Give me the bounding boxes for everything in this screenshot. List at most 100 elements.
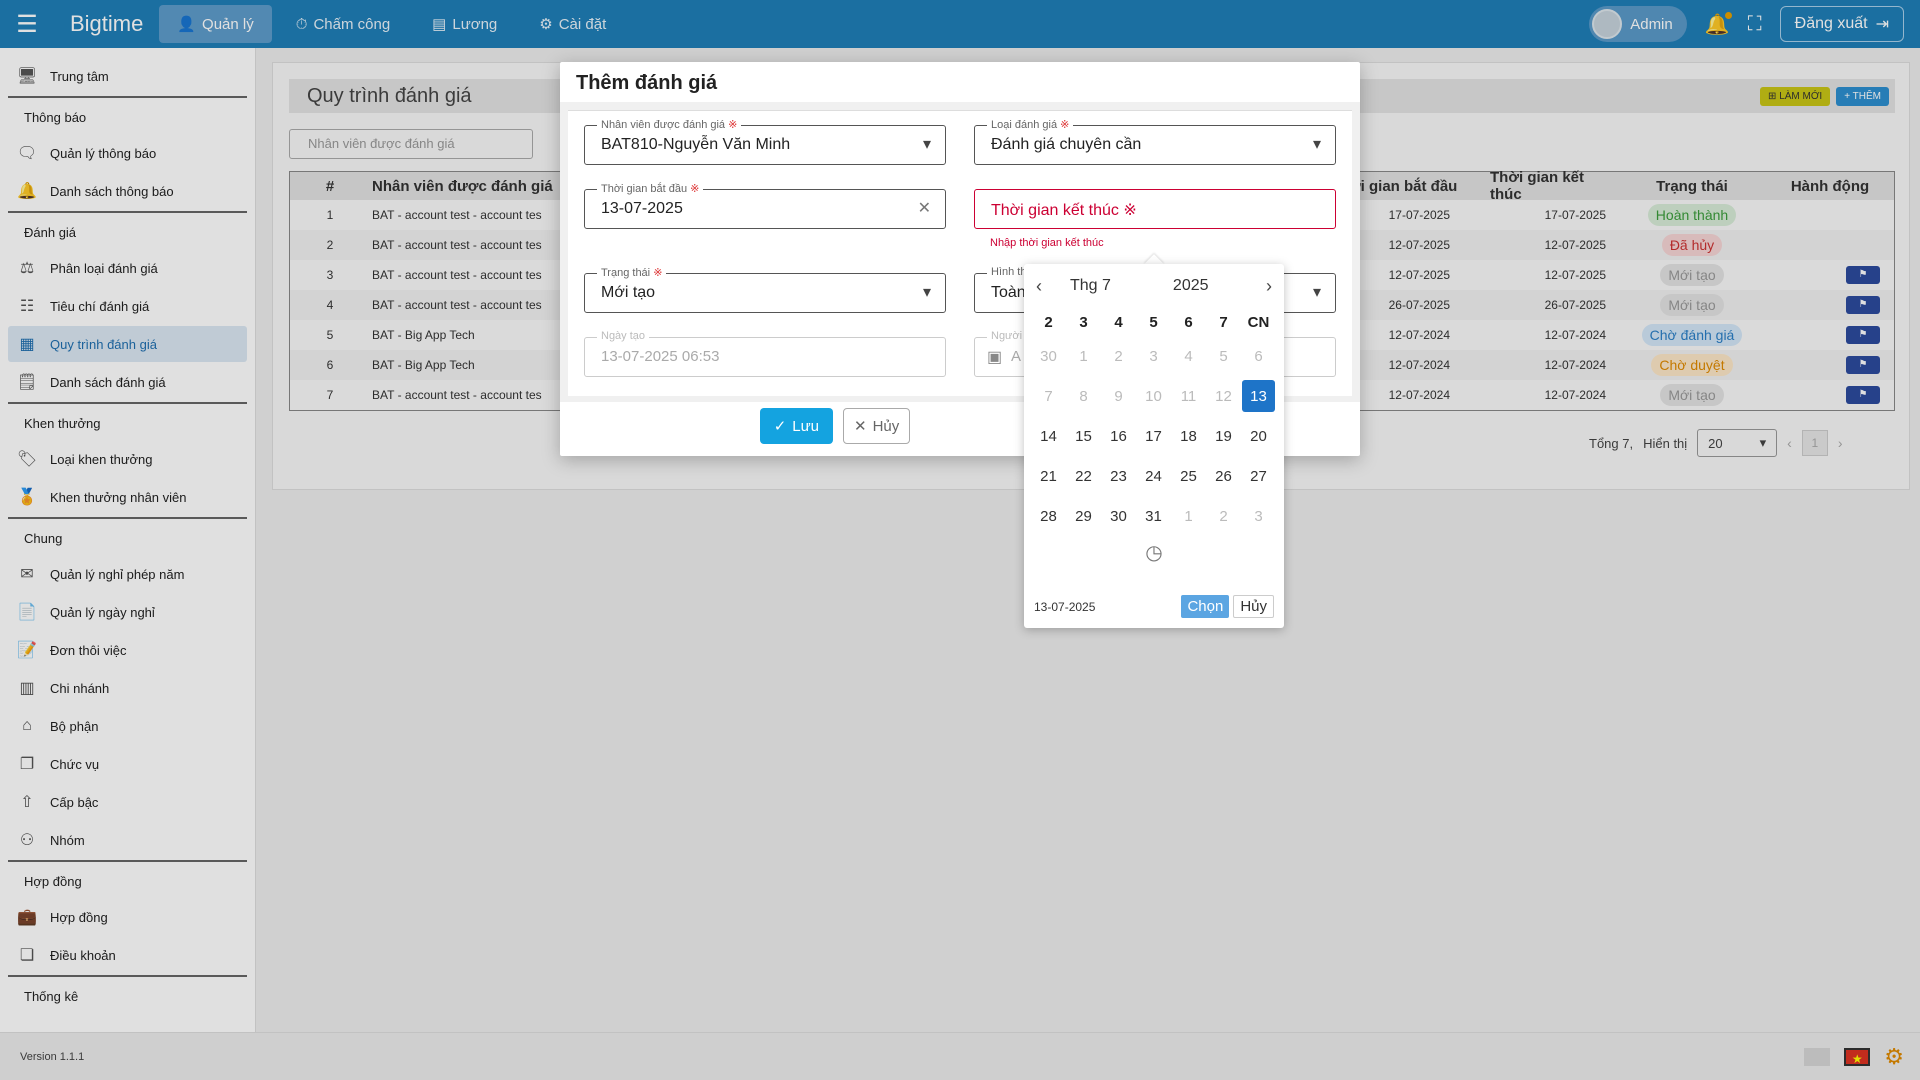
- calendar-day[interactable]: 3: [1241, 496, 1276, 536]
- created-date-field: Ngày tạo 13-07-2025 06:53: [584, 330, 946, 377]
- calendar-day[interactable]: 5: [1206, 336, 1241, 376]
- calendar-day[interactable]: 14: [1031, 416, 1066, 456]
- field-value: A: [1011, 348, 1022, 365]
- save-label: Lưu: [792, 417, 820, 435]
- picker-year[interactable]: 2025: [1173, 277, 1209, 295]
- calendar-day[interactable]: 9: [1101, 376, 1136, 416]
- save-button[interactable]: ✓ Lưu: [759, 408, 834, 444]
- weekday-label: 2: [1044, 313, 1053, 331]
- picker-month[interactable]: Thg 7: [1070, 277, 1111, 295]
- calendar-day[interactable]: 24: [1136, 456, 1171, 496]
- calendar-day[interactable]: 16: [1101, 416, 1136, 456]
- caret-down-icon: ▾: [922, 136, 931, 153]
- field-value: Mới tạo: [601, 284, 656, 301]
- dialog-title: Thêm đánh giá: [576, 72, 718, 94]
- picker-ok-button[interactable]: Chọn: [1181, 595, 1230, 618]
- calendar-day[interactable]: 7: [1031, 376, 1066, 416]
- calendar-day[interactable]: 11: [1171, 376, 1206, 416]
- picker-cancel-button[interactable]: Hủy: [1233, 595, 1274, 618]
- calendar-day[interactable]: 21: [1031, 456, 1066, 496]
- calendar-day[interactable]: 26: [1206, 456, 1241, 496]
- end-date-field[interactable]: Thời gian kết thúc ※: [974, 189, 1336, 229]
- close-icon: ✕: [854, 418, 867, 435]
- placeholder-text: Thời gian kết thúc: [991, 202, 1119, 219]
- weekday-label: 7: [1219, 313, 1228, 331]
- calendar-day[interactable]: 22: [1066, 456, 1101, 496]
- calendar-day[interactable]: 4: [1171, 336, 1206, 376]
- calendar-day[interactable]: 20: [1241, 416, 1276, 456]
- start-date-field[interactable]: Thời gian bắt đầu ※ 13-07-2025 ✕: [584, 182, 946, 229]
- status-select[interactable]: Trạng thái ※ Mới tạo ▾: [584, 266, 946, 313]
- field-value: BAT810-Nguyễn Văn Minh: [601, 136, 791, 153]
- chevron-left-icon[interactable]: ‹: [1036, 276, 1042, 297]
- field-label: Người: [987, 330, 1027, 342]
- caret-down-icon: ▾: [922, 284, 931, 301]
- field-value: Đánh giá chuyên cần: [991, 136, 1142, 153]
- calendar-day[interactable]: 3: [1136, 336, 1171, 376]
- field-label: Ngày tạo: [597, 330, 650, 342]
- calendar-day[interactable]: 10: [1136, 376, 1171, 416]
- calendar-day[interactable]: 18: [1171, 416, 1206, 456]
- required-mark: ※: [1123, 202, 1137, 219]
- calendar-day[interactable]: 27: [1241, 456, 1276, 496]
- calendar-day[interactable]: 17: [1136, 416, 1171, 456]
- field-value: Toàn: [991, 284, 1026, 301]
- calendar-day[interactable]: 28: [1031, 496, 1066, 536]
- caret-down-icon: ▾: [1312, 136, 1321, 153]
- clear-icon[interactable]: ✕: [918, 198, 931, 218]
- calendar-day[interactable]: 30: [1031, 336, 1066, 376]
- week-row: 21 22 23 24 25 26 27: [1024, 456, 1284, 496]
- label-text: Thời gian bắt đầu: [601, 183, 688, 195]
- weekday-label: 6: [1184, 313, 1193, 331]
- week-row: 28 29 30 31 1 2 3: [1024, 496, 1284, 536]
- required-mark: ※: [653, 267, 663, 279]
- required-mark: ※: [1060, 119, 1070, 131]
- field-placeholder: Thời gian kết thúc ※: [991, 200, 1137, 220]
- calendar-day[interactable]: 12: [1206, 376, 1241, 416]
- field-label: Thời gian bắt đầu ※: [597, 182, 704, 195]
- week-row: 30 1 2 3 4 5 6: [1024, 336, 1284, 376]
- weekday-header: 2 3 4 5 6 7 CN: [1024, 308, 1284, 336]
- weekday-label: CN: [1247, 313, 1270, 331]
- calendar-day[interactable]: 2: [1206, 496, 1241, 536]
- selected-day[interactable]: 13: [1242, 380, 1275, 412]
- field-label: Nhân viên được đánh giá ※: [597, 118, 742, 131]
- chevron-right-icon[interactable]: ›: [1266, 276, 1272, 297]
- week-row: 7 8 9 10 11 12 13: [1024, 376, 1284, 416]
- calendar-icon: ▣: [987, 349, 1003, 366]
- cancel-label: Hủy: [872, 417, 900, 435]
- label-text: Loại đánh giá: [991, 119, 1058, 131]
- calendar-day[interactable]: 6: [1241, 336, 1276, 376]
- field-value: 13-07-2025 06:53: [601, 348, 720, 365]
- label-text: Trạng thái: [601, 267, 651, 279]
- weekday-label: 3: [1079, 313, 1088, 331]
- calendar-day[interactable]: 19: [1206, 416, 1241, 456]
- employee-select[interactable]: Nhân viên được đánh giá ※ BAT810-Nguyễn …: [584, 118, 946, 165]
- calendar-day[interactable]: 1: [1066, 336, 1101, 376]
- calendar-day[interactable]: 8: [1066, 376, 1101, 416]
- date-picker: ‹ Thg 7 2025 › 2 3 4 5 6 7 CN 30 1 2 3 4 5 6 7 8 9 10 11 1…: [1024, 264, 1284, 628]
- picker-selected-date: 13-07-2025: [1034, 599, 1096, 614]
- weekday-label: 4: [1114, 313, 1123, 331]
- label-text: Nhân viên được đánh giá: [601, 119, 726, 131]
- calendar-day[interactable]: 1: [1171, 496, 1206, 536]
- evaluation-type-select[interactable]: Loại đánh giá ※ Đánh giá chuyên cần ▾: [974, 118, 1336, 165]
- field-label: Loại đánh giá ※: [987, 118, 1074, 131]
- calendar-day[interactable]: 30: [1101, 496, 1136, 536]
- calendar-day[interactable]: 2: [1101, 336, 1136, 376]
- picker-footer: 13-07-2025 Chọn Hủy: [1034, 595, 1274, 618]
- clock-icon[interactable]: ◷: [1024, 540, 1284, 565]
- week-row: 14 15 16 17 18 19 20: [1024, 416, 1284, 456]
- picker-header: ‹ Thg 7 2025 ›: [1024, 264, 1284, 308]
- field-label: Trạng thái ※: [597, 266, 667, 279]
- calendar-day[interactable]: 31: [1136, 496, 1171, 536]
- calendar-day[interactable]: 25: [1171, 456, 1206, 496]
- end-date-error: Nhập thời gian kết thúc: [990, 237, 1104, 249]
- field-value: 13-07-2025: [601, 200, 683, 217]
- calendar-day[interactable]: 15: [1066, 416, 1101, 456]
- caret-down-icon: ▾: [1312, 284, 1321, 301]
- calendar-day[interactable]: 29: [1066, 496, 1101, 536]
- calendar-day[interactable]: 23: [1101, 456, 1136, 496]
- check-icon: ✓: [773, 418, 787, 435]
- cancel-button[interactable]: ✕ Hủy: [843, 408, 911, 444]
